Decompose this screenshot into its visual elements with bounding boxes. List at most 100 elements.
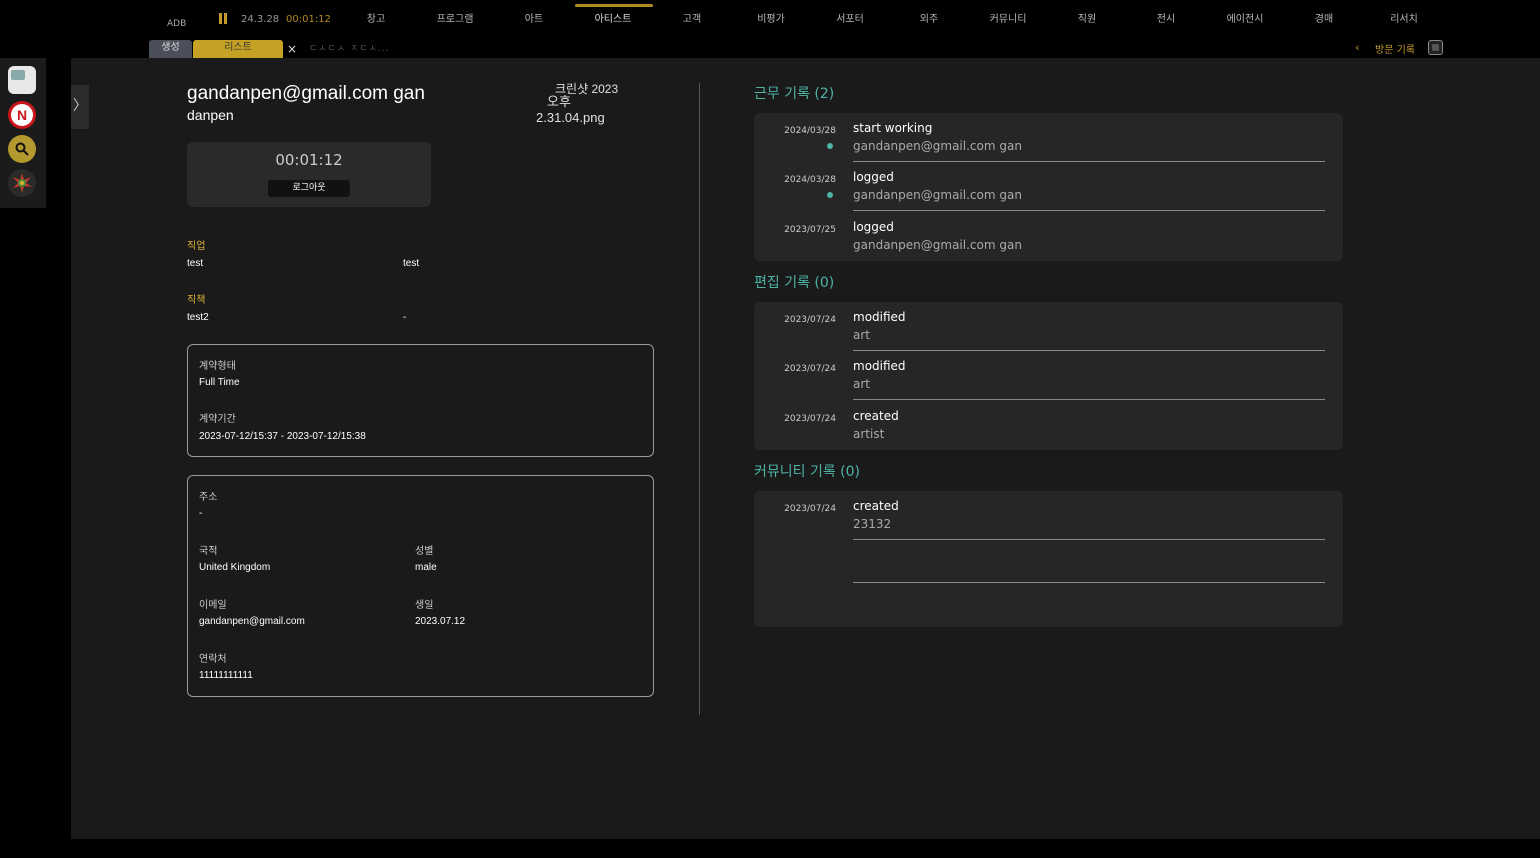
log-detail: artist [853, 427, 885, 441]
search-icon[interactable] [8, 135, 36, 163]
log-detail: gandanpen@gmail.com gan [853, 139, 1022, 153]
nav-item-staff[interactable]: 직원 [1047, 10, 1127, 25]
nationality-label: 국적 [199, 546, 218, 557]
subtab-create[interactable]: 생성 [149, 40, 192, 58]
nav-item-agency[interactable]: 에이전시 [1205, 10, 1285, 25]
email-value: gandanpen@gmail.com [199, 616, 305, 627]
nav-item-art[interactable]: 아트 [494, 10, 574, 25]
log-action: created [853, 499, 899, 513]
personal-info-box: 주소 - 국적 United Kingdom 성별 male 이메일 ganda… [187, 475, 654, 697]
app-root: ADB 24.3.28 00:01:12 창고 프로그램 아트 아티스트 고객 … [0, 0, 1540, 858]
nationality-value: United Kingdom [199, 562, 271, 573]
birthday-label: 생일 [415, 600, 434, 611]
nav-item-exhibition[interactable]: 전시 [1126, 10, 1206, 25]
job-label: 직업 [187, 241, 206, 252]
log-detail: 23132 [853, 517, 892, 531]
address-label: 주소 [199, 492, 218, 503]
community-log-title: 커뮤니티 기록 (0) [754, 464, 861, 480]
log-row[interactable]: 2023/07/24 created 23132 [754, 491, 1343, 540]
row-divider [853, 582, 1325, 583]
top-bar: ADB 24.3.28 00:01:12 창고 프로그램 아트 아티스트 고객 … [0, 0, 1540, 58]
timer-value: 00:01:12 [275, 151, 343, 169]
subtab-ghost[interactable]: ㄷㅅㄷㅅ ㅈㄷㅅ... [309, 41, 389, 54]
email-label: 이메일 [199, 600, 227, 611]
nav-item-outsourcing[interactable]: 외주 [889, 10, 969, 25]
status-dot [827, 143, 833, 149]
position-label: 직책 [187, 295, 206, 306]
log-action: modified [853, 359, 906, 373]
pause-icon[interactable] [219, 13, 227, 24]
visit-history-button[interactable]: 방문 기록 [1375, 41, 1415, 56]
contract-type-value: Full Time [199, 377, 240, 388]
log-date: 2023/07/24 [784, 315, 836, 325]
log-date: 2023/07/25 [784, 225, 836, 235]
row-divider [853, 210, 1325, 211]
session-timer: 00:01:12 [286, 14, 331, 25]
profile-name-continued: danpen [187, 107, 234, 123]
gender-label: 성별 [415, 546, 434, 557]
broken-image-alt-3: 2.31.04.png [536, 110, 605, 125]
log-date: 2024/03/28 [784, 126, 836, 136]
edit-log-card: 2023/07/24 modified art 2023/07/24 modif… [754, 302, 1343, 450]
profile-name: gandanpen@gmail.com gan [187, 83, 425, 104]
gender-value: male [415, 562, 437, 573]
contract-box: 계약형태 Full Time 계약기간 2023-07-12/15:37 - 2… [187, 344, 654, 457]
log-row[interactable]: 2023/07/24 modified art [754, 351, 1343, 400]
naver-icon[interactable]: N [8, 101, 36, 129]
position-value-secondary: - [403, 312, 407, 323]
log-row[interactable] [754, 534, 1343, 583]
nav-item-warehouse[interactable]: 창고 [336, 10, 416, 25]
log-date: 2023/07/24 [784, 504, 836, 514]
phone-label: 연락처 [199, 654, 227, 665]
nav-item-customer[interactable]: 고객 [652, 10, 732, 25]
log-action: modified [853, 310, 906, 324]
log-row[interactable]: 2023/07/25 logged gandanpen@gmail.com ga… [754, 212, 1343, 261]
log-action: logged [853, 220, 894, 234]
flower-icon[interactable] [8, 169, 36, 197]
subtab-list[interactable]: 리스트 [193, 40, 283, 58]
nav-item-research[interactable]: 리서치 [1364, 10, 1444, 25]
log-row[interactable]: 2024/03/28 logged gandanpen@gmail.com ga… [754, 162, 1343, 211]
job-value: test [187, 258, 204, 269]
nav-item-artist[interactable]: 아티스트 [573, 10, 653, 25]
nav-item-auction[interactable]: 경매 [1284, 10, 1364, 25]
nav-item-community[interactable]: 커뮤니티 [968, 10, 1048, 25]
left-rail: N [0, 58, 46, 208]
position-value: test2 [187, 312, 209, 323]
log-action: created [853, 409, 899, 423]
broken-image-alt-2: 오후 [547, 94, 571, 109]
log-action: logged [853, 170, 894, 184]
column-divider [699, 83, 700, 715]
close-icon[interactable]: × [287, 42, 297, 56]
row-divider [853, 399, 1325, 400]
log-detail: gandanpen@gmail.com gan [853, 188, 1022, 202]
nav-item-critic[interactable]: 비평가 [731, 10, 811, 25]
log-row[interactable]: 2023/07/24 modified art [754, 302, 1343, 351]
chevron-right-icon[interactable]: 〉 [71, 85, 89, 129]
broken-image: 크린샷 2023 오후 2.31.04.png [533, 82, 633, 132]
work-log-title: 근무 기록 (2) [754, 86, 835, 102]
window-toggle-icon[interactable] [1428, 40, 1443, 55]
log-date: 2023/07/24 [784, 364, 836, 374]
contract-period-label: 계약기간 [199, 414, 236, 425]
nav-item-supporter[interactable]: 서포터 [810, 10, 890, 25]
work-log-card: 2024/03/28 start working gandanpen@gmail… [754, 113, 1343, 261]
log-detail: gandanpen@gmail.com gan [853, 238, 1022, 252]
chevron-left-icon[interactable]: ‹ [1355, 41, 1359, 54]
phone-value: 11111111111 [199, 670, 253, 681]
log-row[interactable]: 2023/07/24 created artist [754, 401, 1343, 450]
current-date: 24.3.28 [241, 14, 280, 25]
log-action: start working [853, 121, 933, 135]
adb-label: ADB [167, 19, 187, 29]
log-row[interactable]: 2024/03/28 start working gandanpen@gmail… [754, 113, 1343, 162]
image-icon[interactable] [8, 66, 36, 94]
edit-log-title: 편집 기록 (0) [754, 275, 835, 291]
community-log-card: 2023/07/24 created 23132 [754, 491, 1343, 627]
contract-period-value: 2023-07-12/15:37 - 2023-07-12/15:38 [199, 431, 366, 442]
main-nav: 창고 프로그램 아트 아티스트 고객 비평가 서포터 외주 커뮤니티 직원 전시… [336, 0, 1446, 34]
log-date: 2024/03/28 [784, 175, 836, 185]
naver-letter: N [11, 104, 33, 126]
logout-button[interactable]: 로그아웃 [268, 180, 350, 197]
nav-item-program[interactable]: 프로그램 [415, 10, 495, 25]
log-date: 2023/07/24 [784, 414, 836, 424]
